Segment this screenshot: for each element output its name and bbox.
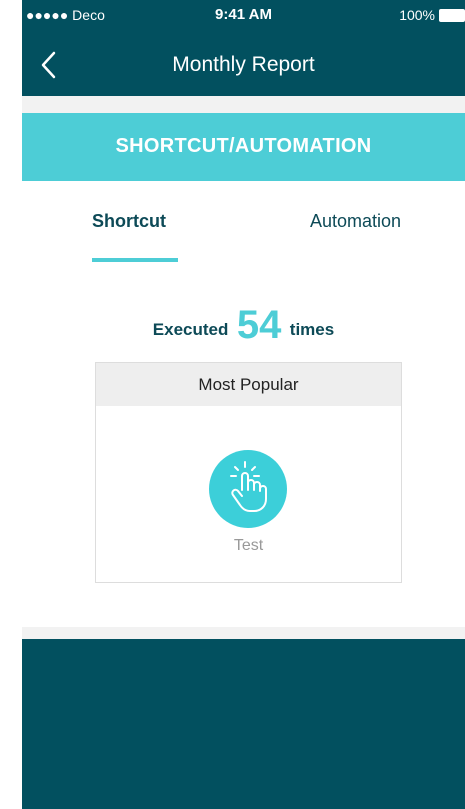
card-header: Most Popular: [96, 363, 401, 406]
most-popular-card: Most Popular Test: [95, 362, 402, 583]
active-tab-indicator: [92, 258, 178, 262]
phone-screen: ●●●●● Deco 9:41 AM 100% Monthly Report S…: [22, 0, 465, 809]
battery-percent: 100%: [399, 7, 435, 23]
tab-bar: Shortcut Automation: [22, 181, 465, 269]
left-edge: [0, 0, 22, 809]
tab-automation[interactable]: Automation: [310, 211, 401, 232]
banner-title: SHORTCUT/AUTOMATION: [115, 135, 372, 157]
execution-summary: Executed 54 times: [22, 303, 465, 348]
tab-shortcut[interactable]: Shortcut: [92, 211, 166, 232]
nav-bar: Monthly Report: [22, 33, 465, 96]
battery-icon: [439, 9, 465, 22]
page-title: Monthly Report: [172, 53, 315, 76]
executed-prefix: Executed: [152, 320, 229, 339]
section-divider: [22, 96, 465, 113]
executed-suffix: times: [289, 320, 335, 339]
section-divider-bottom: [22, 627, 465, 639]
shortcut-label: Test: [233, 537, 264, 554]
status-bar: ●●●●● Deco 9:41 AM 100%: [22, 0, 465, 33]
shortcut-button[interactable]: [209, 450, 287, 528]
executed-count: 54: [236, 303, 282, 347]
tap-hand-icon: [230, 461, 267, 512]
footer-panel: [22, 639, 465, 809]
section-banner: SHORTCUT/AUTOMATION: [22, 113, 465, 181]
